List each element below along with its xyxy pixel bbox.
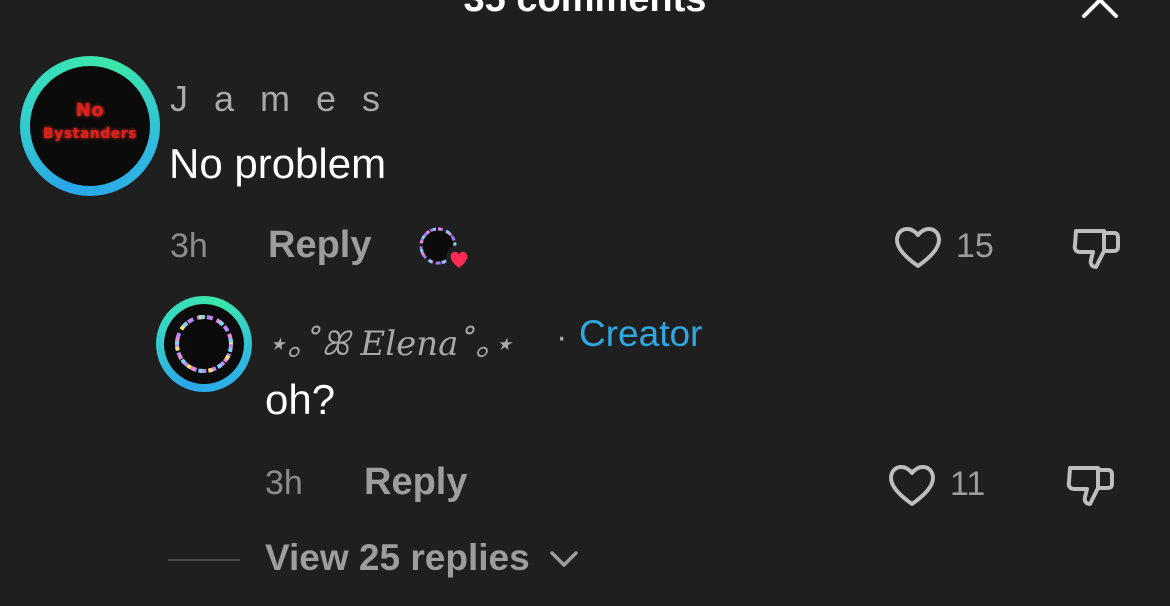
avatar-logo-line1: No — [75, 100, 105, 121]
reply-button[interactable]: Reply — [364, 461, 467, 504]
reply-username[interactable]: ⋆｡˚ꕤ Elena˚｡⋆ — [266, 316, 514, 365]
comment-username[interactable]: J a m e s — [170, 78, 388, 120]
replies-divider-line — [168, 559, 240, 561]
view-replies-button[interactable]: View 25 replies — [265, 537, 530, 579]
dislike-thumb-icon[interactable] — [1064, 458, 1116, 510]
like-heart-icon[interactable] — [886, 460, 938, 508]
avatar-logo-image: No Bystanders — [30, 66, 150, 186]
close-icon[interactable] — [1080, 0, 1120, 20]
reply-text: oh? — [265, 376, 336, 423]
chevron-down-icon[interactable] — [548, 547, 580, 571]
like-heart-icon[interactable] — [892, 222, 944, 270]
like-count: 11 — [950, 465, 986, 503]
reply-avatar[interactable] — [156, 296, 252, 392]
reply-button[interactable]: Reply — [268, 224, 371, 267]
avatar-logo-line2: Bystanders — [43, 126, 137, 142]
like-count: 15 — [956, 227, 994, 265]
comment-text: No problem — [169, 140, 387, 187]
dislike-thumb-icon[interactable] — [1070, 221, 1122, 273]
comments-count-title: 35 comments — [0, 0, 1170, 21]
dotted-ring-decoration — [175, 315, 233, 373]
reply-timestamp: 3h — [265, 464, 303, 502]
creator-liked-badge-icon — [419, 227, 472, 271]
username-separator: · — [556, 318, 568, 356]
avatar-ring-image — [164, 304, 244, 384]
avatar[interactable]: No Bystanders — [20, 56, 160, 196]
comments-panel: 35 comments No Bystanders J a m e s No p… — [0, 0, 1170, 606]
comment-timestamp: 3h — [170, 227, 208, 265]
creator-badge: Creator — [579, 313, 703, 354]
